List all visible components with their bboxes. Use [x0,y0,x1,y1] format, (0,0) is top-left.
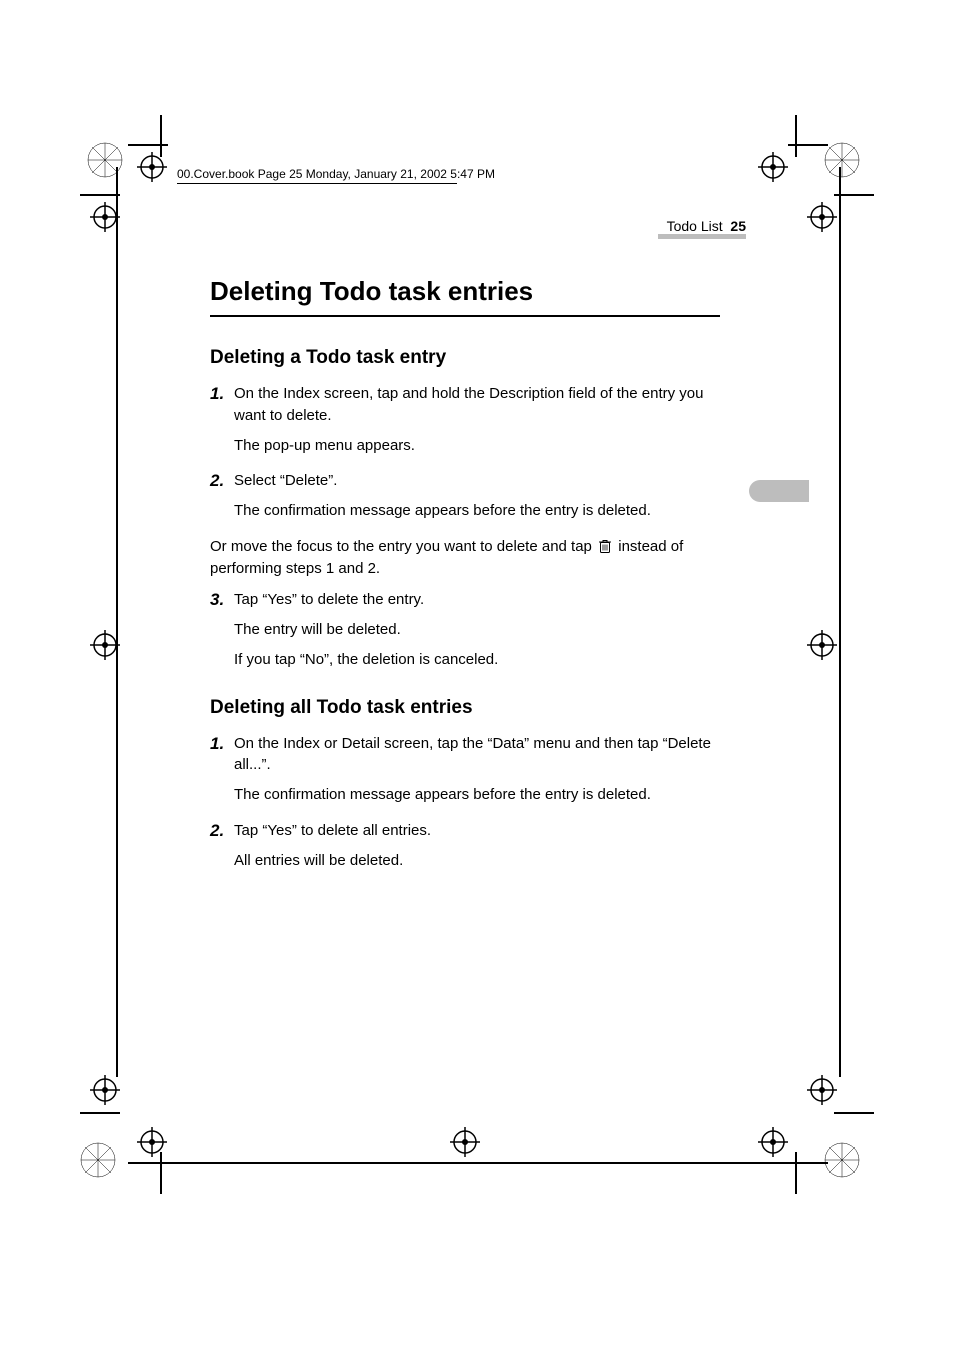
running-head: Todo List 25 [667,218,746,234]
section2-heading: Deleting all Todo task entries [210,697,720,719]
running-rule [658,234,746,239]
crop-mark [834,194,874,196]
step-number: 2. [210,820,234,880]
crosshair-icon [807,1075,837,1105]
registration-mark-icon [822,140,862,180]
crop-mark [788,1162,828,1164]
crosshair-icon [137,1127,167,1157]
crosshair-icon [807,202,837,232]
step-result: If you tap “No”, the deletion is cancele… [234,649,498,671]
step-number: 3. [210,589,234,678]
step-1: 1. On the Index screen, tap and hold the… [210,383,720,464]
crop-mark [839,647,841,1077]
registration-mark-icon [85,140,125,180]
crop-mark [788,144,828,146]
crop-mark [795,115,797,157]
step-1: 1. On the Index or Detail screen, tap th… [210,733,720,814]
registration-mark-icon [78,1140,118,1180]
step-text: Select “Delete”. [234,470,651,492]
alternative-note: Or move the focus to the entry you want … [210,536,720,580]
crop-mark [116,167,118,647]
page-content: Deleting Todo task entries Deleting a To… [210,276,720,885]
crop-mark [160,1152,162,1194]
step-text: On the Index screen, tap and hold the De… [234,383,720,427]
crosshair-icon [807,630,837,660]
step-number: 1. [210,733,234,814]
crop-mark [116,647,118,1077]
crosshair-icon [450,1127,480,1157]
crosshair-icon [90,1075,120,1105]
page-title: Deleting Todo task entries [210,276,720,307]
step-result: The confirmation message appears before … [234,500,651,522]
alt-text-before: Or move the focus to the entry you want … [210,538,596,555]
section1-heading: Deleting a Todo task entry [210,347,720,369]
registration-mark-icon [822,1140,862,1180]
book-header-line: 00.Cover.book Page 25 Monday, January 21… [177,167,495,181]
step-2: 2. Select “Delete”. The confirmation mes… [210,470,720,530]
book-header-underline [177,183,457,184]
crosshair-icon [758,1127,788,1157]
step-result: The pop-up menu appears. [234,435,720,457]
step-result: All entries will be deleted. [234,850,431,872]
step-text: On the Index or Detail screen, tap the “… [234,733,720,777]
running-section: Todo List [667,218,723,234]
crop-mark [160,115,162,157]
crosshair-icon [137,152,167,182]
crop-mark [80,1112,120,1114]
step-number: 2. [210,470,234,530]
step-result: The confirmation message appears before … [234,784,720,806]
trash-icon [599,539,611,554]
crop-mark [128,1162,168,1164]
title-rule [210,315,720,317]
step-text: Tap “Yes” to delete all entries. [234,820,431,842]
step-result: The entry will be deleted. [234,619,498,641]
step-number: 1. [210,383,234,464]
crop-mark [839,167,841,647]
thumb-tab [749,480,809,502]
crop-mark [80,194,120,196]
step-3: 3. Tap “Yes” to delete the entry. The en… [210,589,720,678]
step-text: Tap “Yes” to delete the entry. [234,589,498,611]
running-page-number: 25 [730,218,746,234]
step-2: 2. Tap “Yes” to delete all entries. All … [210,820,720,880]
crop-mark [795,1152,797,1194]
crosshair-icon [758,152,788,182]
crop-mark [834,1112,874,1114]
crop-mark [165,1162,789,1164]
crop-mark [128,144,168,146]
